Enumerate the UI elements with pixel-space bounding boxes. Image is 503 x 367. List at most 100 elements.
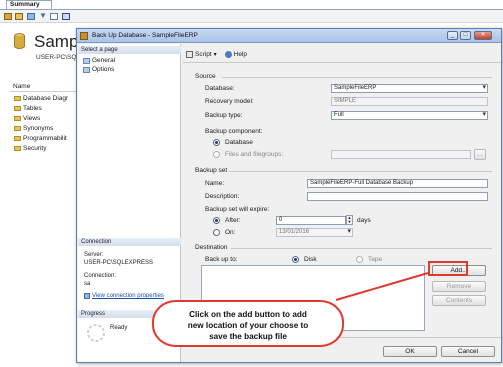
folder-icon <box>14 126 21 131</box>
page-label: General <box>92 57 116 64</box>
minimize-button[interactable]: _ <box>447 31 458 40</box>
expire-after-radio[interactable] <box>213 217 220 224</box>
folder-icon[interactable] <box>4 13 12 20</box>
description-input[interactable] <box>307 192 488 201</box>
cancel-button[interactable]: Cancel <box>441 346 495 357</box>
disk-label: Disk <box>304 256 317 263</box>
contents-button[interactable]: Contents <box>432 295 486 306</box>
tree-item[interactable]: Tables <box>14 104 42 113</box>
callout-line: Click on the add button to add <box>189 310 307 319</box>
connection-value: sa <box>84 281 91 287</box>
help-icon <box>224 50 232 58</box>
callout-line: new location of your choose to <box>187 321 309 330</box>
source-header: Source <box>195 73 216 80</box>
destination-divider <box>231 248 492 249</box>
script-button[interactable]: Script ▾ <box>186 50 217 58</box>
after-label: After: <box>225 217 241 224</box>
expire-label: Backup set will expire: <box>205 206 270 213</box>
remove-destination-button[interactable]: Remove <box>432 281 486 292</box>
page-general[interactable]: General <box>83 57 115 64</box>
help-label: Help <box>233 50 248 58</box>
tree-item[interactable]: Security <box>14 144 46 153</box>
maximize-button[interactable]: □ <box>460 31 471 40</box>
destination-header: Destination <box>195 244 228 251</box>
name-label: Name: <box>205 180 225 187</box>
tree-item[interactable]: Database Diagr <box>14 94 68 103</box>
toolbar-divider <box>183 62 501 63</box>
disk-radio[interactable] <box>292 256 299 263</box>
folder-icon <box>14 106 21 111</box>
add-button-highlight <box>428 261 468 276</box>
browse-files-button[interactable]: ... <box>474 149 486 160</box>
tree-item-label: Tables <box>23 105 42 112</box>
files-filegroups-field <box>331 150 471 159</box>
expire-date-value: 13/01/2016 <box>279 229 310 235</box>
database-icon <box>80 32 88 40</box>
expire-days-input[interactable]: 0 <box>276 216 346 225</box>
callout-line: save the backup file <box>209 332 287 341</box>
database-icon <box>14 33 25 49</box>
background-title: Samp <box>34 32 79 51</box>
database-value: SampleFileERP <box>334 85 377 91</box>
connection-label: Connection: <box>84 273 117 279</box>
dialog-titlebar[interactable]: Back Up Database - SampleFileERP _ □ ✕ <box>77 29 501 43</box>
progress-spinner-icon <box>87 324 105 342</box>
tree-item[interactable]: Synonyms <box>14 124 53 133</box>
page-icon <box>83 57 90 64</box>
backup-name-input[interactable]: SampleFileERP-Full Database Backup <box>307 179 488 188</box>
component-files-label: Files and filegroups: <box>225 151 284 158</box>
folder-icon <box>14 116 21 121</box>
tree-item-label: Programmabilit <box>23 135 67 142</box>
dialog-title: Back Up Database - SampleFileERP <box>92 32 198 39</box>
expire-date-picker[interactable]: 13/01/2016 <box>276 228 353 237</box>
page-icon <box>83 66 90 73</box>
tape-radio[interactable] <box>356 256 363 263</box>
help-button[interactable]: Help <box>224 50 248 58</box>
list-view-icon[interactable] <box>50 13 58 20</box>
script-icon <box>186 50 193 58</box>
component-database-radio[interactable] <box>213 139 220 146</box>
backup-type-select[interactable]: Full <box>331 111 488 120</box>
backup-type-value: Full <box>334 112 344 118</box>
tree-item[interactable]: Views <box>14 114 40 123</box>
recovery-model-field: SIMPLE <box>331 97 488 106</box>
backup-set-header: Backup set <box>195 167 228 174</box>
close-button[interactable]: ✕ <box>474 31 492 40</box>
ok-button[interactable]: OK <box>383 346 437 357</box>
page-options[interactable]: Options <box>83 66 114 73</box>
select-page-header: Select a page <box>78 46 181 54</box>
open-folder-icon[interactable] <box>15 13 23 20</box>
server-value: USER-PC\SQLEXPRESS <box>84 260 154 266</box>
background-subtitle: USER-PC\SQ <box>36 54 77 61</box>
summary-tab[interactable]: Summary <box>6 0 52 9</box>
backup-set-divider <box>229 171 492 172</box>
refresh-icon[interactable] <box>27 13 35 20</box>
database-select[interactable]: SampleFileERP <box>331 84 488 93</box>
expire-on-radio[interactable] <box>213 229 220 236</box>
days-stepper[interactable]: ▲ ▼ <box>346 215 353 225</box>
tree-item-label: Database Diagr <box>23 95 69 102</box>
properties-icon <box>84 293 90 299</box>
description-label: Description: <box>205 193 240 200</box>
folder-icon <box>14 96 21 101</box>
folder-icon <box>14 146 21 151</box>
component-database-label: Database <box>225 139 253 146</box>
view-connection-link[interactable]: View connection properties <box>84 293 164 299</box>
tree-item-label: Views <box>23 115 41 122</box>
source-divider <box>222 77 492 78</box>
details-view-icon[interactable] <box>62 13 70 20</box>
backup-component-label: Backup component: <box>205 128 263 135</box>
component-files-radio[interactable] <box>213 151 220 158</box>
tree-item-label: Security <box>23 145 47 152</box>
backup-type-label: Backup type: <box>205 112 243 119</box>
chevron-down-icon[interactable]: ▾ <box>214 51 217 58</box>
database-label: Database: <box>205 85 235 92</box>
back-up-to-label: Back up to: <box>205 256 238 263</box>
tree-item[interactable]: Programmabilit <box>14 134 67 143</box>
recovery-model-label: Recovery model: <box>205 98 254 105</box>
page-label: Options <box>92 66 115 73</box>
view-connection-label: View connection properties <box>92 293 164 299</box>
dialog-toolbar: Script ▾ Help <box>186 49 247 59</box>
progress-status: Ready <box>110 325 128 331</box>
filter-icon[interactable]: ▼ <box>39 12 47 20</box>
